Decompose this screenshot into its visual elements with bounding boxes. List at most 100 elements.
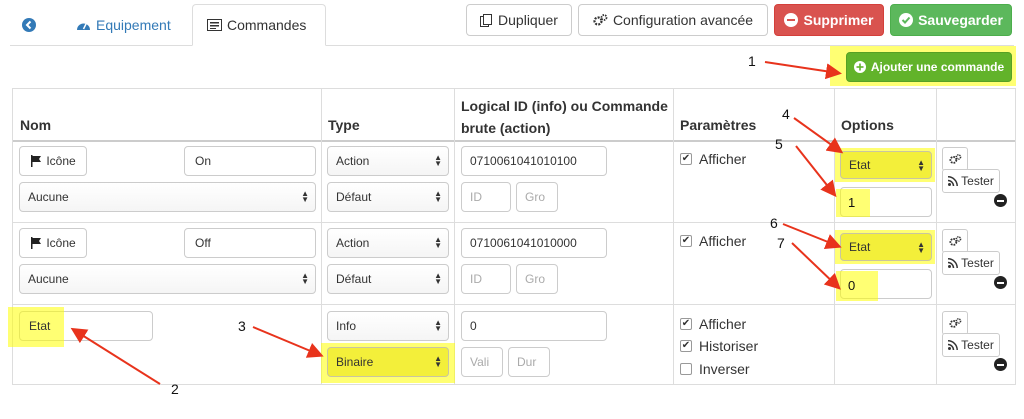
test-label: Tester — [961, 256, 994, 270]
save-button[interactable]: Sauvegarder — [890, 4, 1012, 36]
group-input[interactable]: Gro — [516, 264, 558, 294]
test-label: Tester — [961, 338, 994, 352]
flag-icon — [31, 155, 42, 167]
subtype-select[interactable]: Défaut ▲ ▼ — [327, 264, 449, 294]
annotation-1: 1 — [748, 53, 756, 69]
afficher-checkbox[interactable]: ✔ Afficher — [680, 151, 746, 167]
duplicate-label: Dupliquer — [498, 12, 558, 28]
add-command-button[interactable]: Ajouter une commande — [846, 52, 1012, 82]
logical-id-input[interactable]: 0 — [461, 311, 607, 341]
type-select[interactable]: Info ▲ ▼ — [327, 311, 449, 341]
type-select[interactable]: Action ▲ ▼ — [327, 228, 449, 258]
annotation-4: 4 — [782, 106, 790, 122]
subtype-value: Défaut — [336, 272, 372, 286]
header-logical-id: Logical ID (info) ou Commande brute (act… — [461, 98, 668, 136]
remove-command-icon[interactable] — [994, 194, 1007, 207]
afficher-checkbox[interactable]: ✔ Afficher — [680, 233, 746, 249]
annotation-3: 3 — [238, 318, 246, 334]
advanced-config-icon-button[interactable] — [942, 229, 968, 253]
back-tab[interactable] — [22, 4, 41, 46]
advanced-config-icon-button[interactable] — [942, 147, 968, 171]
checkbox-checked-icon: ✔ — [680, 235, 692, 247]
highlight-value — [836, 271, 878, 301]
option-value-label: Etat — [849, 158, 871, 172]
arrow-5 — [795, 145, 837, 198]
generic-type-value: Aucune — [28, 190, 69, 204]
row-divider — [12, 222, 1016, 223]
remove-command-icon[interactable] — [994, 276, 1007, 289]
icon-picker-button[interactable]: Icône — [19, 146, 87, 176]
plus-circle-icon — [853, 61, 866, 73]
subtype-select[interactable]: Défaut ▲ ▼ — [327, 182, 449, 212]
subtype-select[interactable]: Binaire ▲ ▼ — [327, 347, 449, 377]
afficher-label: Afficher — [699, 151, 747, 167]
col-border — [321, 88, 322, 384]
col-border — [1015, 88, 1016, 384]
minus-circle-icon — [784, 13, 799, 27]
test-button[interactable]: Tester — [942, 251, 1000, 275]
select-arrows-icon: ▲ ▼ — [434, 318, 442, 333]
type-value: Action — [336, 236, 370, 250]
flag-icon — [31, 237, 42, 249]
arrow-1 — [764, 61, 842, 80]
tab-commandes-label: Commandes — [227, 17, 307, 33]
duplicate-button[interactable]: Dupliquer — [466, 4, 572, 36]
test-label: Tester — [961, 174, 994, 188]
type-select[interactable]: Action ▲ ▼ — [327, 146, 449, 176]
command-name-input[interactable]: On — [184, 146, 316, 176]
advanced-config-icon-button[interactable] — [942, 311, 968, 335]
advanced-config-label: Configuration avancée — [612, 12, 754, 28]
tab-equipement[interactable]: Equipement — [76, 4, 171, 46]
rss-icon — [948, 176, 959, 186]
select-arrows-icon: ▲ ▼ — [434, 235, 442, 250]
historiser-checkbox[interactable]: ✔ Historiser — [680, 338, 758, 354]
afficher-label: Afficher — [699, 316, 747, 332]
checkbox-checked-icon: ✔ — [680, 153, 692, 165]
test-button[interactable]: Tester — [942, 169, 1000, 193]
rss-icon — [948, 340, 959, 350]
afficher-checkbox[interactable]: ✔ Afficher — [680, 316, 746, 332]
gears-icon — [948, 235, 961, 246]
test-button[interactable]: Tester — [942, 333, 1000, 357]
generic-type-value: Aucune — [28, 272, 69, 286]
option-select[interactable]: Etat ▲ ▼ — [840, 233, 932, 261]
inverser-label: Inverser — [699, 361, 750, 377]
select-arrows-icon: ▲ ▼ — [434, 189, 442, 204]
row-divider — [12, 304, 1016, 305]
check-circle-icon — [899, 13, 914, 27]
select-arrows-icon: ▲ ▼ — [301, 271, 309, 286]
duration-input[interactable]: Dur — [508, 347, 550, 377]
generic-type-select[interactable]: Aucune ▲ ▼ — [19, 264, 316, 294]
col-border — [454, 88, 455, 384]
value-input[interactable]: Vali — [461, 347, 503, 377]
annotation-2: 2 — [171, 381, 179, 397]
save-label: Sauvegarder — [918, 12, 1003, 28]
generic-type-select[interactable]: Aucune ▲ ▼ — [19, 182, 316, 212]
select-arrows-icon: ▲ ▼ — [301, 189, 309, 204]
header-type: Type — [328, 117, 360, 133]
historiser-label: Historiser — [699, 338, 759, 354]
inverser-checkbox[interactable]: Inverser — [680, 361, 750, 377]
advanced-config-button[interactable]: Configuration avancée — [578, 4, 768, 36]
icon-picker-label: Icône — [46, 236, 76, 250]
select-arrows-icon: ▲ ▼ — [434, 153, 442, 168]
delete-button[interactable]: Supprimer — [774, 4, 884, 36]
icon-picker-button[interactable]: Icône — [19, 228, 87, 258]
id-input[interactable]: ID — [461, 182, 511, 212]
tab-commandes[interactable]: Commandes — [192, 4, 326, 46]
option-select[interactable]: Etat ▲ ▼ — [840, 151, 932, 179]
arrow-3 — [252, 326, 324, 358]
add-command-label: Ajouter une commande — [870, 60, 1005, 74]
remove-command-icon[interactable] — [994, 358, 1007, 371]
command-name-input[interactable]: Off — [184, 228, 316, 258]
gears-icon — [948, 317, 961, 328]
header-parametres: Paramètres — [680, 117, 757, 133]
annotation-7: 7 — [777, 235, 785, 251]
afficher-label: Afficher — [699, 233, 747, 249]
option-value-label: Etat — [849, 240, 871, 254]
logical-id-input[interactable]: 0710061041010000 — [461, 228, 607, 258]
logical-id-input[interactable]: 0710061041010100 — [461, 146, 607, 176]
arrow-6 — [782, 223, 842, 249]
group-input[interactable]: Gro — [516, 182, 558, 212]
id-input[interactable]: ID — [461, 264, 511, 294]
